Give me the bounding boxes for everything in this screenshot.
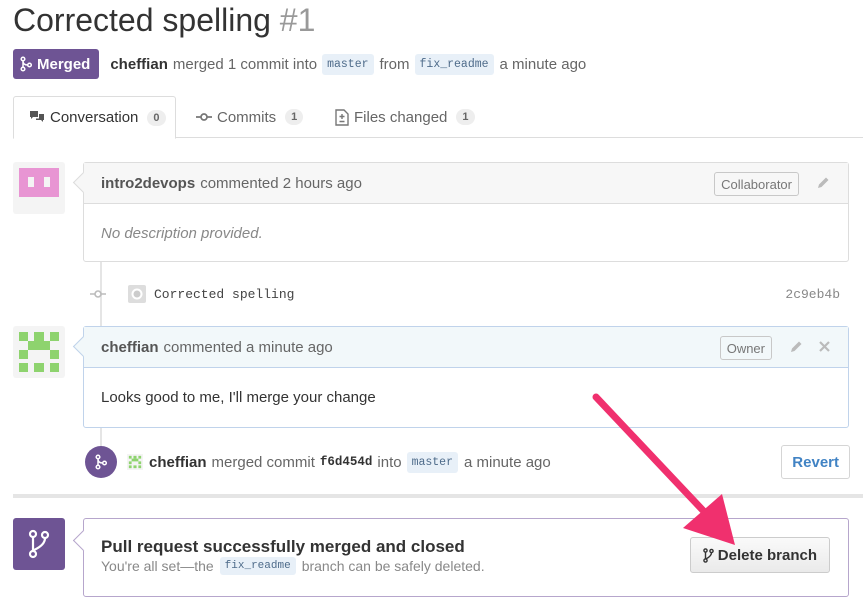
avatar-cheffian[interactable] bbox=[13, 326, 65, 378]
pencil-icon[interactable] bbox=[815, 175, 831, 191]
merged-state-label: Merged bbox=[37, 55, 91, 73]
commit-event: Corrected spelling 2c9eb4b bbox=[90, 283, 850, 305]
tab-files-changed-count: 1 bbox=[456, 109, 475, 125]
avatar-intro2devops[interactable] bbox=[13, 162, 65, 214]
collaborator-label: Collaborator bbox=[714, 172, 799, 196]
owner-label: Owner bbox=[719, 336, 772, 360]
revert-button[interactable]: Revert bbox=[781, 445, 850, 479]
tab-conversation-count: 0 bbox=[147, 109, 166, 126]
file-diff-icon bbox=[335, 108, 349, 126]
comment-action: commented 2 hours ago bbox=[200, 174, 362, 192]
tab-conversation[interactable]: Conversation 0 bbox=[13, 96, 176, 139]
page-title: Corrected spelling #1 bbox=[13, 2, 315, 39]
merge-event: cheffian merged commit f6d454d into mast… bbox=[85, 445, 850, 479]
comment-body: No description provided. bbox=[101, 224, 263, 242]
head-branch-ref[interactable]: fix_readme bbox=[414, 53, 494, 75]
comment-body: Looks good to me, I'll merge your change bbox=[101, 389, 376, 406]
merge-time: a minute ago bbox=[499, 55, 587, 73]
comment-action: commented a minute ago bbox=[163, 338, 333, 356]
merged-status-title: Pull request successfully merged and clo… bbox=[101, 537, 465, 556]
merge-author-link[interactable]: cheffian bbox=[149, 454, 207, 471]
pr-number: #1 bbox=[279, 2, 316, 38]
github-avatar-icon bbox=[128, 285, 146, 303]
identicon-image bbox=[19, 168, 59, 197]
timeline-divider bbox=[13, 494, 863, 498]
deletable-branch-ref[interactable]: fix_readme bbox=[219, 557, 296, 575]
pencil-icon[interactable] bbox=[788, 339, 804, 355]
base-branch-ref[interactable]: master bbox=[322, 53, 374, 75]
avatar-cheffian-small[interactable] bbox=[127, 454, 143, 470]
merged-sub-before: You're all set—the bbox=[101, 558, 214, 574]
pr-title: Corrected spelling bbox=[13, 2, 271, 38]
git-merge-icon bbox=[20, 56, 32, 72]
comment-author-link[interactable]: intro2devops bbox=[101, 175, 195, 192]
merge-event-text: merged commit bbox=[211, 453, 315, 471]
comment-header: cheffian commented a minute ago Owner bbox=[84, 327, 848, 368]
branch-status-badge bbox=[13, 518, 65, 570]
commit-message-link[interactable]: Corrected spelling bbox=[154, 287, 294, 302]
git-branch-icon bbox=[702, 547, 714, 563]
merge-target-branch-ref[interactable]: master bbox=[406, 451, 458, 473]
comment-cheffian: cheffian commented a minute ago Owner Lo… bbox=[83, 326, 849, 428]
tab-commits-count: 1 bbox=[285, 109, 304, 125]
git-merge-icon bbox=[95, 454, 107, 470]
tab-commits[interactable]: Commits 1 bbox=[196, 96, 304, 138]
git-branch-icon bbox=[28, 529, 50, 559]
tab-commits-label: Commits bbox=[217, 108, 277, 126]
tab-files-changed-label: Files changed bbox=[354, 108, 448, 126]
merged-status-subtitle: You're all set—the fix_readme branch can… bbox=[101, 557, 485, 575]
merge-summary-text: merged 1 commit into bbox=[172, 55, 318, 73]
delete-branch-label: Delete branch bbox=[717, 546, 817, 564]
comment-intro2devops: intro2devops commented 2 hours ago Colla… bbox=[83, 162, 849, 262]
from-text: from bbox=[379, 55, 410, 73]
pr-author-link[interactable]: cheffian bbox=[110, 56, 168, 73]
merged-sub-after: branch can be safely deleted. bbox=[301, 558, 485, 574]
pr-meta: Merged cheffian merged 1 commit into mas… bbox=[13, 49, 591, 79]
merge-event-time: a minute ago bbox=[464, 453, 551, 471]
merge-commit-sha-link[interactable]: f6d454d bbox=[320, 455, 373, 469]
identicon-image bbox=[19, 332, 59, 372]
pr-tabs: Conversation 0 Commits 1 Files changed 1 bbox=[13, 96, 863, 139]
comment-header: intro2devops commented 2 hours ago Colla… bbox=[84, 163, 848, 204]
merge-event-badge bbox=[85, 446, 117, 478]
merged-state-badge: Merged bbox=[13, 49, 100, 79]
close-icon[interactable] bbox=[818, 340, 831, 353]
into-text: into bbox=[377, 453, 402, 471]
tab-conversation-label: Conversation bbox=[50, 109, 139, 126]
git-commit-icon bbox=[196, 113, 212, 121]
comment-author-link[interactable]: cheffian bbox=[101, 339, 159, 356]
git-commit-icon bbox=[90, 290, 106, 298]
merged-status-box: Pull request successfully merged and clo… bbox=[83, 518, 849, 597]
delete-branch-button[interactable]: Delete branch bbox=[689, 537, 830, 573]
tab-files-changed[interactable]: Files changed 1 bbox=[335, 96, 475, 138]
comment-discussion-icon bbox=[30, 111, 44, 122]
commit-sha-link[interactable]: 2c9eb4b bbox=[785, 287, 840, 302]
